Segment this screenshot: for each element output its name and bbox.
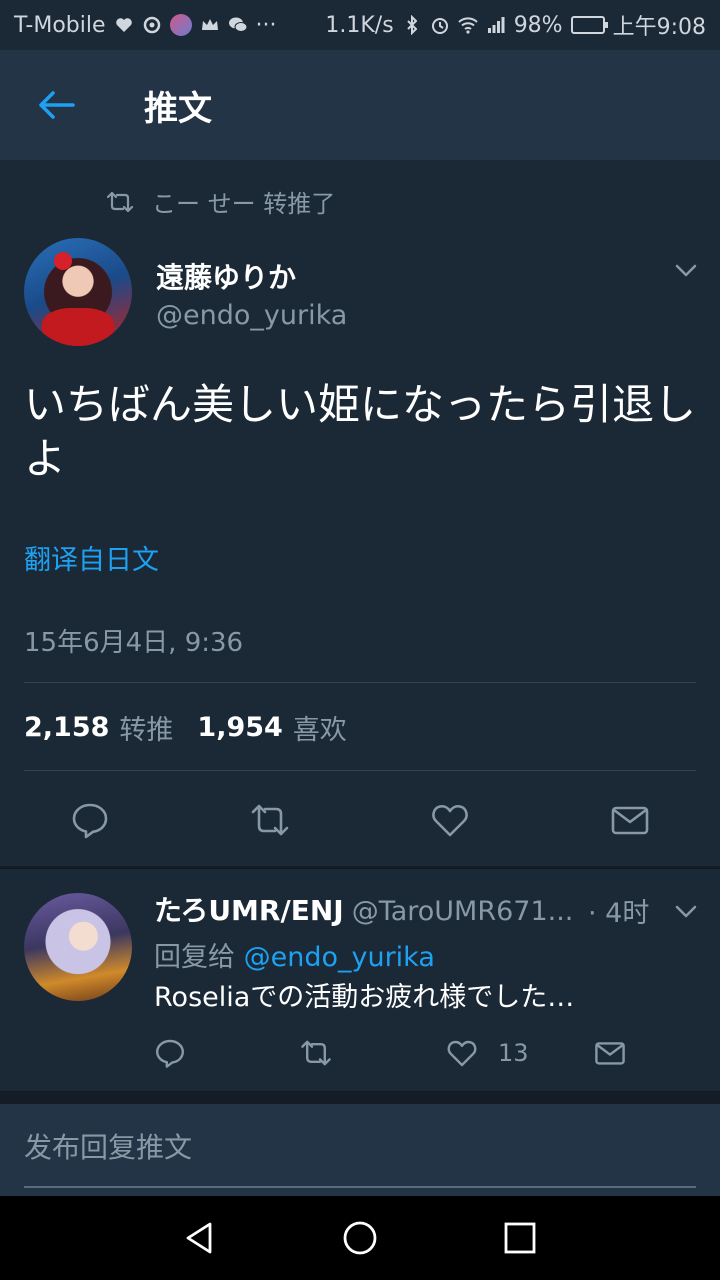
nav-home-circle-icon[interactable] [340,1218,380,1258]
reply-time: · 4时 [588,898,650,929]
tweet-text: いちばん美しい姫になったら引退しよ [24,380,697,483]
battery-percent: 98% [513,12,563,38]
like-heart-icon[interactable] [446,1037,478,1069]
engagement-stats: 2,158 转推 1,954 喜欢 [24,708,347,747]
back-button[interactable] [26,75,86,135]
reply-compose-input[interactable]: 发布回复推文 [24,1126,696,1188]
author-display-name[interactable]: 遠藤ゆりか [156,256,296,296]
avatar-dress-decoration [42,308,114,346]
like-count[interactable]: 1,954 [197,712,282,743]
reply-author-avatar[interactable] [24,893,132,1001]
wifi-icon [457,17,478,34]
reply-author-name[interactable]: たろUMR/ENJ [154,889,344,929]
retweet-icon[interactable] [300,1037,332,1069]
like-heart-icon[interactable] [430,800,470,840]
reply-compose-bar: 发布回复推文 [0,1104,720,1196]
like-count-label: 喜欢 [292,715,347,746]
retweet-count-label: 转推 [119,715,174,746]
page-title: 推文 [144,88,212,129]
network-speed: 1.1K/s [325,12,394,38]
back-arrow-icon [39,91,75,119]
wechat-icon [228,17,248,32]
direct-message-envelope-icon[interactable] [610,800,650,840]
bluetooth-icon [406,15,418,35]
nav-back-triangle-icon[interactable] [180,1218,220,1258]
author-handle[interactable]: @endo_yurika [156,300,347,331]
more-notifications-label: ··· [255,12,277,38]
retweet-indicator: こー せー 转推了 [106,184,335,219]
author-avatar[interactable] [24,238,132,346]
retweet-count[interactable]: 2,158 [24,712,109,743]
reply-actions: 13 [0,1029,720,1075]
divider [24,770,696,771]
signal-icon [487,17,505,33]
status-bar: T-Mobile ··· 1.1K/s 98% 上午9:08 [0,0,720,50]
tweet-menu-chevron-down-icon[interactable] [672,256,700,284]
retweeted-by-label[interactable]: こー せー 转推了 [152,184,335,219]
reply-icon[interactable] [154,1037,186,1069]
replying-to-mention[interactable]: @endo_yurika [244,942,435,973]
reply-like-count: 13 [498,1039,529,1067]
divider [24,682,696,683]
avatar-bow-decoration [54,252,72,270]
reply-menu-chevron-down-icon[interactable] [672,897,700,925]
reply-tweet[interactable]: たろUMR/ENJ @TaroUMR671... · 4时 回复给 @endo_… [0,868,720,1092]
retweet-icon [106,191,134,212]
tweet-actions [0,790,720,850]
crown-icon [201,19,218,30]
replying-to-line: 回复给 @endo_yurika [154,935,435,974]
clock: 上午9:08 [612,15,706,40]
reply-icon[interactable] [70,800,110,840]
app-header: 推文 [0,50,720,161]
translate-link[interactable]: 翻译自日文 [24,538,159,577]
reply-header: たろUMR/ENJ @TaroUMR671... [154,889,644,929]
replying-to-prefix: 回复给 [154,942,235,973]
sync-app-icon [143,16,160,34]
system-navigation-bar [0,1196,720,1280]
app-avatar-icon [169,14,192,36]
tweet-detail: こー せー 转推了 遠藤ゆりか @endo_yurika いちばん美しい姫になっ… [0,160,720,866]
retweet-icon[interactable] [250,800,290,840]
tweet-timestamp: 15年6月4日, 9:36 [24,628,244,658]
nav-recents-square-icon[interactable] [500,1218,540,1258]
battery-icon [570,16,608,34]
carrier-label: T-Mobile [14,12,106,38]
direct-message-envelope-icon[interactable] [594,1037,626,1069]
health-heart-icon [115,18,132,32]
alarm-icon [431,18,448,34]
reply-text: Roseliaでの活動お疲れ様でした… [154,982,575,1013]
